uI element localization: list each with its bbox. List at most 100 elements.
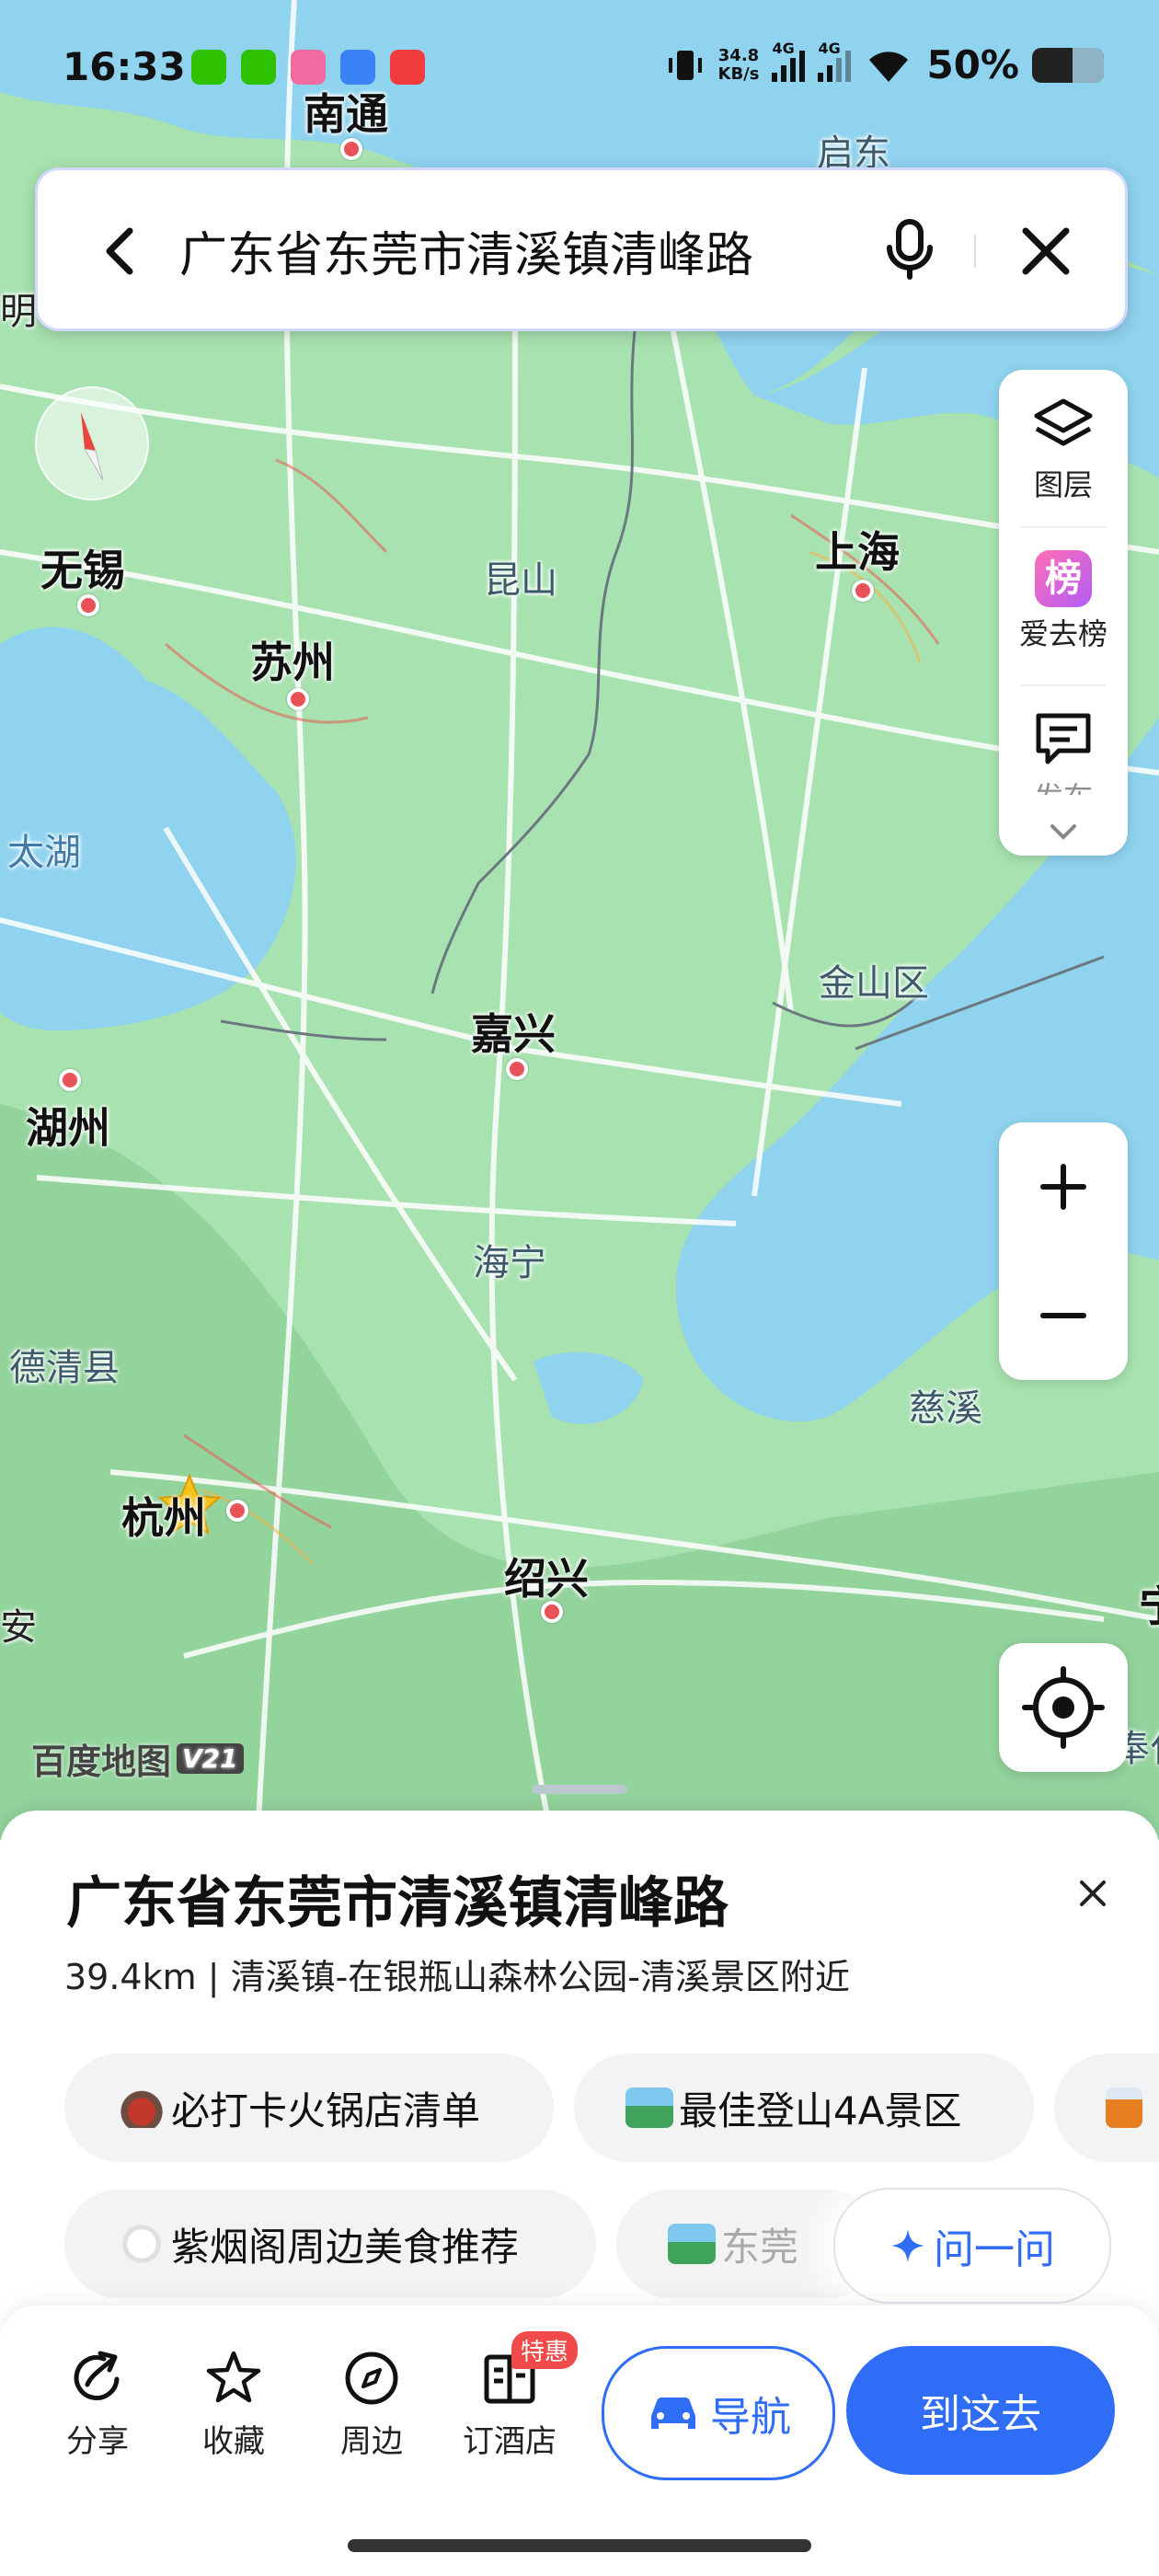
version-badge: V21 [177, 1743, 244, 1774]
tag-chip[interactable]: 必打卡火锅店清单 [64, 2053, 554, 2162]
tag-chip[interactable]: 最佳登山4A景区 [574, 2053, 1034, 2162]
share-button[interactable]: 分享 [42, 2348, 153, 2461]
map-label-kunshan: 昆山 [484, 559, 557, 602]
status-time: 16:33 [63, 44, 186, 89]
nearby-label: 周边 [340, 2423, 403, 2460]
zoom-in-icon[interactable] [999, 1122, 1128, 1251]
navigate-button[interactable]: 导航 [602, 2346, 835, 2480]
locate-button[interactable] [999, 1643, 1128, 1772]
map-label-taihu: 太湖 [7, 832, 81, 874]
map-label-edge-an: 安 [0, 1606, 37, 1649]
nearby-button[interactable]: 周边 [316, 2348, 427, 2461]
bilibili-icon [291, 50, 326, 85]
navigate-label: 导航 [710, 2394, 791, 2441]
home-indicator[interactable] [348, 2539, 811, 2552]
map-label-hangzhou: 杭州 [121, 1493, 206, 1543]
back-arrow-icon[interactable] [84, 214, 157, 288]
feedback-button[interactable]: 发布 [999, 708, 1128, 795]
tag-chip-partial[interactable] [1054, 2053, 1159, 2162]
map-label-deqing: 德清县 [9, 1347, 120, 1389]
favorite-label: 收藏 [202, 2423, 265, 2460]
map-label-jinshan: 金山区 [819, 962, 929, 1005]
map-label-shanghai: 上海 [815, 527, 900, 577]
favorite-button[interactable]: 收藏 [178, 2348, 289, 2461]
signal-sim1: 4G [772, 40, 806, 82]
wifi-icon [869, 51, 909, 82]
sheet-close-icon[interactable] [1067, 1868, 1119, 1919]
scenery-icon [625, 2087, 673, 2128]
sheet-drag-handle[interactable] [532, 1785, 627, 1794]
map-label-jiaxing: 嘉兴 [471, 1009, 556, 1059]
ranking-icon: 榜 [1035, 550, 1092, 607]
hotpot-icon [118, 2087, 166, 2128]
tool-divider [1021, 684, 1106, 686]
compass-icon [81, 412, 104, 481]
place-subtitle: 39.4km | 清溪镇-在银瓶山森林公园-清溪景区附近 [64, 1957, 851, 1997]
tag-chip-label: 必打卡火锅店清单 [171, 2087, 481, 2133]
search-query[interactable]: 广东省东莞市清溪镇清峰路 [179, 216, 753, 285]
signal-sim2: 4G [818, 40, 852, 82]
ranking-label: 爱去榜 [1018, 616, 1107, 651]
feedback-label: 发布 [999, 775, 1128, 795]
search-bar[interactable]: 广东省东莞市清溪镇清峰路 [35, 167, 1128, 331]
map-label-suzhou: 苏州 [250, 638, 335, 687]
wechat-icon [241, 50, 276, 85]
city-marker-shanghai [852, 580, 874, 602]
city-marker-suzhou [287, 688, 309, 710]
star-icon [206, 2351, 261, 2403]
map-label-shaoxing: 绍兴 [504, 1554, 589, 1604]
zoom-controls [999, 1122, 1128, 1380]
vibrate-icon [668, 50, 702, 80]
tag-chip-label: 紫烟阁周边美食推荐 [171, 2224, 520, 2270]
share-icon [74, 2351, 120, 2400]
chevron-down-icon[interactable] [1045, 821, 1082, 843]
place-title: 广东省东莞市清溪镇清峰路 [66, 1871, 729, 1936]
locate-icon [1022, 1666, 1105, 1749]
battery-icon [1032, 47, 1104, 83]
map-label-haining: 海宁 [473, 1242, 546, 1284]
tie-icon [1106, 2087, 1142, 2128]
map-label-edge-ning: 宁 [1139, 1573, 1159, 1634]
map-tools-panel: 图层 榜 爱去榜 发布 [999, 370, 1128, 856]
ask-label: 问一问 [934, 2226, 1055, 2273]
sparkle-icon [891, 2229, 924, 2262]
map-label-edge-ming: 明 [0, 291, 37, 333]
scenery-icon [668, 2224, 716, 2264]
tag-chip-label: 东莞 [721, 2224, 799, 2270]
ask-button[interactable]: 问一问 [833, 2188, 1111, 2304]
app-notification-icon [340, 50, 375, 85]
hotel-label: 订酒店 [463, 2423, 557, 2460]
baidu-map-logo: 百度地图 [31, 1742, 172, 1782]
city-marker-huzhou [59, 1069, 81, 1091]
status-bar: 16:33 34.8 KB/s 4G 4G 50% [0, 37, 1159, 110]
map-label-huzhou: 湖州 [26, 1103, 110, 1153]
map-watermark: 百度地图 V21 [31, 1733, 244, 1784]
city-marker-hangzhou [226, 1500, 248, 1522]
dining-icon [118, 2224, 166, 2264]
ranking-button[interactable]: 榜 爱去榜 [999, 550, 1128, 653]
wechat-icon [191, 50, 226, 85]
map-label-cixi: 慈溪 [909, 1387, 982, 1430]
battery-percent: 50% [926, 42, 1019, 87]
go-here-button[interactable]: 到这去 [846, 2346, 1115, 2475]
go-here-label: 到这去 [920, 2391, 1041, 2438]
layers-label: 图层 [1033, 467, 1093, 502]
net-speed: 34.8 KB/s [717, 45, 760, 84]
tag-chip[interactable]: 紫烟阁周边美食推荐 [64, 2190, 596, 2298]
map-label-wuxi: 无锡 [40, 546, 125, 595]
tool-divider [1021, 526, 1106, 528]
search-divider [974, 235, 976, 268]
status-right: 34.8 KB/s 4G 4G 50% [665, 40, 1104, 87]
close-icon[interactable] [1011, 216, 1081, 286]
compass-button[interactable] [35, 386, 149, 500]
layers-icon [1034, 398, 1093, 446]
layers-button[interactable]: 图层 [999, 396, 1128, 504]
zoom-out-icon[interactable] [999, 1251, 1128, 1380]
discount-badge: 特惠 [511, 2331, 579, 2369]
microphone-icon[interactable] [873, 213, 947, 286]
message-icon [1036, 713, 1091, 765]
stocks-icon [390, 50, 425, 85]
car-icon [651, 2398, 695, 2429]
compass-icon [345, 2352, 398, 2405]
tag-chip-label: 最佳登山4A景区 [679, 2087, 962, 2133]
